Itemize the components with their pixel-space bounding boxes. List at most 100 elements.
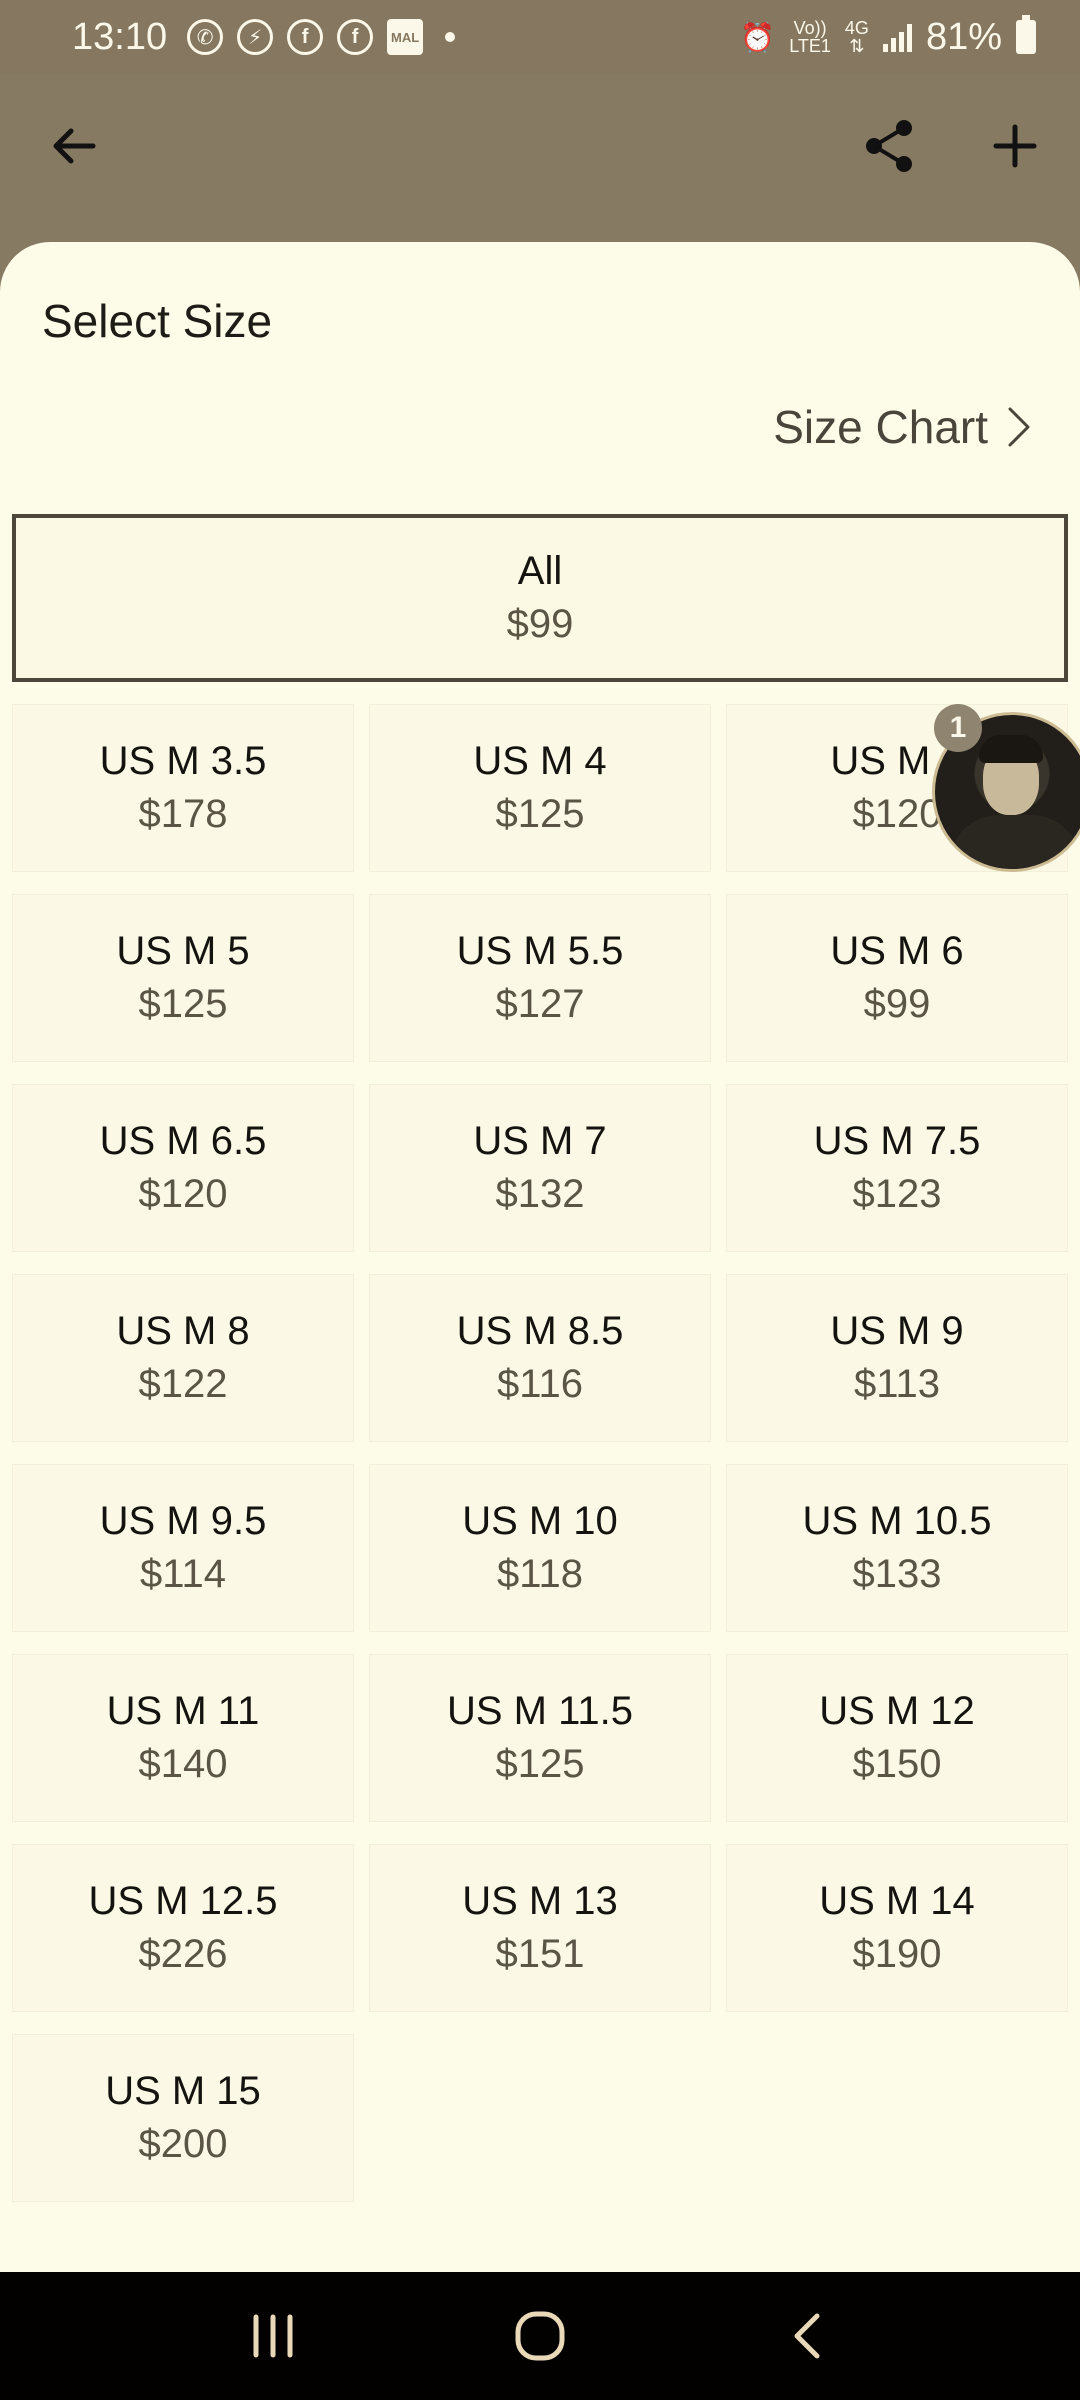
price-label: $127 [495,982,585,1026]
size-label: US M 3.5 [99,739,267,783]
recent-apps-icon [253,2314,293,2358]
signal-icon [882,22,912,52]
size-label: US M 6.5 [99,1119,267,1163]
app-header [0,74,1080,224]
size-label: US M 11 [106,1689,260,1733]
status-left: 13:10 ✆ ⚡ f f MAL [72,16,456,59]
size-option[interactable]: US M 11 $140 [12,1654,354,1822]
size-label: US M 12 [819,1689,975,1733]
price-label: $125 [138,982,228,1026]
system-nav-bar [0,2272,1080,2400]
size-label: US M 5 [116,929,250,973]
size-label: US M 10.5 [802,1499,992,1543]
chevron-left-icon [794,2313,820,2359]
price-label: $123 [852,1172,942,1216]
price-label: $120 [852,792,942,836]
size-option[interactable]: US M 10 $118 [369,1464,711,1632]
size-grid: US M 3.5 $178 US M 4 $125 US M 4 $120 US M … [12,704,1068,2202]
plus-icon [993,124,1037,168]
avatar-hair [979,735,1043,763]
price-label: $125 [495,1742,585,1786]
back-button[interactable] [34,106,114,186]
chevron-right-icon [1008,407,1030,447]
arrow-left-icon [53,128,96,164]
home-icon [515,2311,565,2361]
size-option[interactable]: US M 6.5 $120 [12,1084,354,1252]
size-label: US M 11.5 [447,1689,633,1733]
size-option[interactable]: US M 3.5 $178 [12,704,354,872]
size-label: US M 9 [830,1309,964,1353]
size-option[interactable]: US M 7.5 $123 [726,1084,1068,1252]
size-option[interactable]: US M 5.5 $127 [369,894,711,1062]
price-label: $151 [495,1932,585,1976]
price-label: $200 [138,2122,228,2166]
size-selection-sheet: Select Size Size Chart All $99 US M 3.5 $… [0,242,1080,2272]
size-option[interactable]: US M 9 $113 [726,1274,1068,1442]
facebook-icon: f [287,19,324,55]
size-option[interactable]: US M 7 $132 [369,1084,711,1252]
price-label: $150 [852,1742,942,1786]
price-label: $114 [139,1552,226,1596]
sheet-title: Select Size [42,295,273,347]
size-chart-link[interactable]: Size Chart [773,400,1032,454]
price-label: $122 [138,1362,228,1406]
size-option[interactable]: US M 11.5 $125 [369,1654,711,1822]
size-label: US M 14 [819,1879,975,1923]
price-label: $113 [853,1362,940,1406]
size-option[interactable]: US M 12 $150 [726,1654,1068,1822]
share-icon [866,120,912,172]
size-option[interactable]: US M 12.5 $226 [12,1844,354,2012]
mal-icon: MAL [387,19,424,55]
size-label: US M 13 [462,1879,618,1923]
size-option[interactable]: US M 9.5 $114 [12,1464,354,1632]
price-label: $120 [138,1172,228,1216]
size-label: US M 15 [105,2069,261,2113]
size-option[interactable]: US M 4 $125 [369,704,711,872]
size-label: US M 5.5 [456,929,624,973]
home-button[interactable] [495,2291,585,2381]
battery-icon [1016,15,1036,54]
size-label: US M 4 [473,739,607,783]
network-type-label: 4G [844,18,869,38]
size-option[interactable]: US M 5 $125 [12,894,354,1062]
battery-percentage: 81% [925,15,1002,58]
size-label: All [517,549,563,593]
size-label: US M 9.5 [99,1499,267,1543]
price-label: $226 [138,1932,228,1976]
size-option[interactable]: US M 8.5 $116 [369,1274,711,1442]
price-label: $116 [496,1362,583,1406]
size-option[interactable]: US M 10.5 $133 [726,1464,1068,1632]
size-option[interactable]: US M 6 $99 [726,894,1068,1062]
size-label: US M 12.5 [88,1879,278,1923]
price-label: $125 [495,792,585,836]
size-label: US M 7.5 [813,1119,981,1163]
size-option[interactable]: US M 13 $151 [369,1844,711,2012]
whatsapp-icon: ✆ [187,19,224,55]
price-label: $178 [138,792,228,836]
price-label: $99 [506,602,574,646]
add-button[interactable] [975,106,1055,186]
volte-label: Vo)) [793,18,827,38]
price-label: $190 [852,1932,942,1976]
recent-apps-button[interactable] [228,2291,318,2381]
size-option[interactable]: US M 14 $190 [726,1844,1068,2012]
nav-back-button[interactable] [762,2291,852,2381]
size-label: US M 8.5 [456,1309,624,1353]
share-button[interactable] [850,106,930,186]
lte-label: LTE1 [789,36,831,56]
price-label: $133 [852,1552,942,1596]
status-bar: 13:10 ✆ ⚡ f f MAL ⏰ Vo)) LTE1 4G ⇅ 81% [0,0,1080,74]
avatar-suit [949,815,1080,869]
data-arrows-icon: ⇅ [849,36,865,56]
size-option[interactable]: US M 15 $200 [12,2034,354,2202]
size-option-all[interactable]: All $99 [12,514,1068,682]
price-label: $99 [863,982,931,1026]
status-right: ⏰ Vo)) LTE1 4G ⇅ 81% [740,15,1036,59]
price-label: $140 [138,1742,228,1786]
size-label: US M 10 [462,1499,618,1543]
size-label: US M 8 [116,1309,250,1353]
facebook-icon: f [337,19,374,55]
size-option[interactable]: US M 8 $122 [12,1274,354,1442]
size-label: US M 6 [830,929,964,973]
size-label: US M 7 [473,1119,607,1163]
